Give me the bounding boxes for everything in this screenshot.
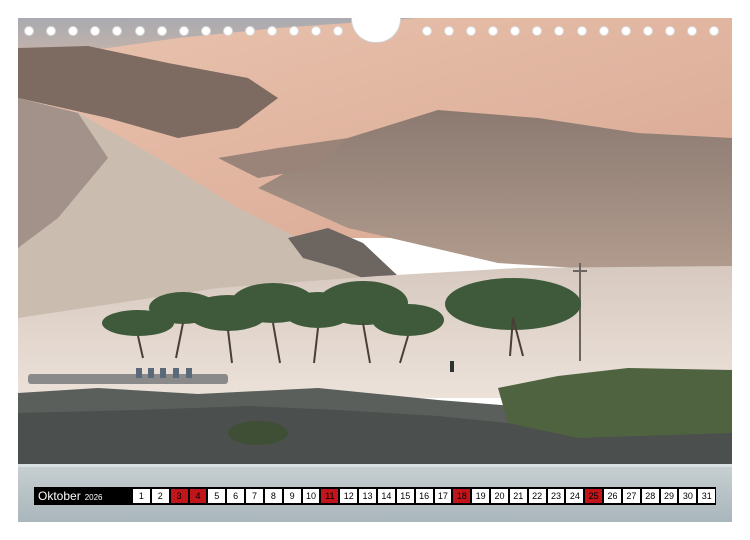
day-cell: 26 bbox=[604, 489, 621, 503]
day-cell: 15 bbox=[396, 489, 414, 503]
day-cell: 16 bbox=[415, 489, 433, 503]
day-cell: 23 bbox=[547, 489, 565, 503]
day-cell: 3 bbox=[170, 489, 188, 503]
binding-hole bbox=[68, 26, 79, 36]
binding-hole bbox=[510, 26, 521, 36]
binding-hole bbox=[576, 26, 587, 36]
day-cell: 21 bbox=[509, 489, 527, 503]
day-cell: 7 bbox=[246, 489, 263, 503]
day-cell: 19 bbox=[472, 489, 490, 503]
binding-hole bbox=[156, 26, 167, 36]
spiral-binding bbox=[18, 26, 732, 38]
binding-hole bbox=[532, 26, 543, 36]
day-cell: 25 bbox=[585, 489, 603, 503]
binding-hole bbox=[620, 26, 631, 36]
day-cell: 10 bbox=[302, 489, 320, 503]
day-cell: 12 bbox=[340, 489, 358, 503]
binding-hole bbox=[687, 26, 697, 36]
day-cell: 22 bbox=[528, 489, 546, 503]
binding-hole bbox=[488, 26, 499, 36]
calendar-month-label: Oktober 2026 bbox=[34, 487, 132, 505]
day-cell: 27 bbox=[622, 489, 640, 503]
day-cell: 4 bbox=[189, 489, 207, 503]
binding-hole bbox=[46, 26, 57, 36]
day-cell: 9 bbox=[283, 489, 301, 503]
binding-hole bbox=[200, 26, 211, 36]
month-calendar-strip: Oktober 2026 1 2 3 4 5 6 7 8 9 10 11 12 13 14 15 16 17 18… bbox=[34, 487, 716, 505]
day-cell: 1 bbox=[133, 489, 150, 503]
day-cell: 6 bbox=[227, 489, 245, 503]
day-cell: 29 bbox=[660, 489, 678, 503]
binding-hole bbox=[267, 26, 278, 36]
binding-hole bbox=[421, 26, 432, 36]
day-cell: 14 bbox=[377, 489, 395, 503]
binding-hole bbox=[664, 26, 675, 36]
binding-hole bbox=[333, 26, 344, 36]
binding-hole bbox=[642, 26, 653, 36]
month-name: Oktober bbox=[38, 489, 81, 503]
day-list: 1 2 3 4 5 6 7 8 9 10 11 12 13 14 15 16 17 18 19 20 21 22 23 24 2… bbox=[132, 487, 716, 505]
day-cell: 28 bbox=[641, 489, 659, 503]
binding-hole bbox=[466, 26, 476, 36]
binding-hole bbox=[311, 26, 322, 36]
binding-hole bbox=[24, 26, 34, 36]
day-cell: 24 bbox=[566, 489, 584, 503]
binding-hole bbox=[554, 26, 565, 36]
day-cell: 20 bbox=[491, 489, 508, 503]
binding-hole bbox=[178, 26, 189, 36]
binding-hole bbox=[112, 26, 123, 36]
day-cell: 8 bbox=[264, 489, 282, 503]
day-cell: 18 bbox=[453, 489, 471, 503]
binding-hole bbox=[598, 26, 609, 36]
binding-hole bbox=[289, 26, 300, 36]
year-label: 2026 bbox=[84, 493, 103, 502]
binding-hole bbox=[134, 26, 145, 36]
day-cell: 30 bbox=[679, 489, 697, 503]
binding-hole bbox=[443, 26, 454, 36]
day-cell: 13 bbox=[359, 489, 376, 503]
day-cell: 31 bbox=[698, 489, 716, 503]
day-cell: 5 bbox=[208, 489, 226, 503]
day-cell: 11 bbox=[321, 489, 339, 503]
day-cell: 17 bbox=[434, 489, 452, 503]
binding-hole bbox=[245, 26, 255, 36]
binding-hole bbox=[709, 26, 720, 36]
calendar-page: Oktober 2026 1 2 3 4 5 6 7 8 9 10 11 12 13 14 15 16 17 18… bbox=[0, 0, 750, 540]
day-cell: 2 bbox=[151, 489, 169, 503]
binding-hole bbox=[222, 26, 233, 36]
binding-hole bbox=[90, 26, 101, 36]
landscape-photo bbox=[18, 18, 732, 522]
